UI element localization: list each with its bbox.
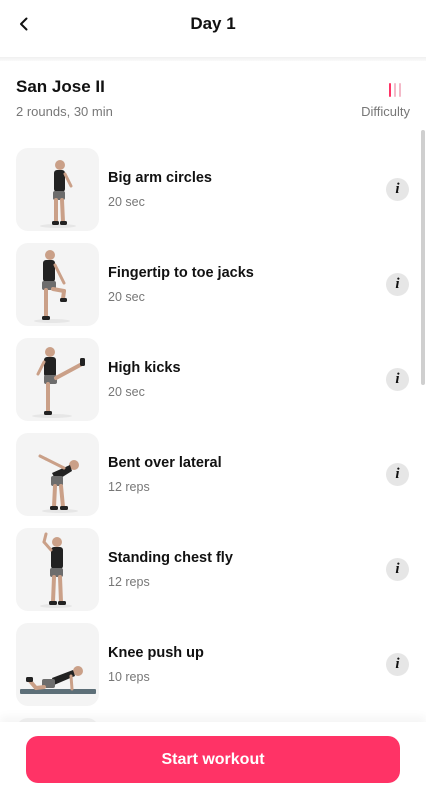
- exercise-row[interactable]: High kicks 20 sec i: [0, 330, 426, 425]
- exercise-name: High kicks: [108, 360, 181, 376]
- exercise-reps: 10 reps: [108, 670, 150, 684]
- exercise-reps: 12 reps: [108, 575, 150, 589]
- difficulty-bar: [389, 83, 391, 97]
- bent-over-lateral-image: [38, 454, 79, 513]
- toe-jacks-image: [34, 250, 70, 323]
- difficulty-bar: [394, 83, 396, 97]
- exercise-name: Standing chest fly: [108, 550, 233, 566]
- exercise-row[interactable]: Bent over lateral 12 reps i: [0, 425, 426, 520]
- exercise-name: Bent over lateral: [108, 455, 222, 471]
- exercise-row[interactable]: Fingertip to toe jacks 20 sec i: [0, 235, 426, 330]
- info-icon[interactable]: i: [386, 463, 409, 486]
- info-icon[interactable]: i: [386, 558, 409, 581]
- start-workout-button[interactable]: Start workout: [26, 736, 400, 783]
- exercise-name: Fingertip to toe jacks: [108, 265, 254, 281]
- top-bar: Day 1: [0, 0, 426, 50]
- knee-push-up-image: [20, 666, 96, 694]
- footer: Start workout: [0, 722, 426, 800]
- workout-summary: San Jose II 2 rounds, 30 min Difficulty: [0, 62, 426, 132]
- exercise-row[interactable]: Knee push up 10 reps i: [0, 615, 426, 710]
- exercise-image: [16, 148, 99, 231]
- exercise-image: [16, 528, 99, 611]
- difficulty-label: Difficulty: [361, 104, 410, 119]
- info-icon[interactable]: i: [386, 653, 409, 676]
- exercise-duration: 20 sec: [108, 385, 145, 399]
- exercise-row[interactable]: Standing chest fly 12 reps i: [0, 520, 426, 615]
- exercise-duration: 20 sec: [108, 195, 145, 209]
- exercise-name: Big arm circles: [108, 170, 212, 186]
- difficulty-bar: [399, 83, 401, 97]
- page-title: Day 1: [190, 14, 236, 33]
- workout-screen: Day 1 San Jose II 2 rounds, 30 min Diffi…: [0, 0, 426, 800]
- high-kicks-image: [32, 347, 85, 418]
- arm-circles-image: [40, 160, 76, 228]
- exercise-name: Knee push up: [108, 645, 204, 661]
- exercise-image: [16, 623, 99, 706]
- workout-meta: 2 rounds, 30 min: [16, 104, 113, 119]
- difficulty-indicator: [389, 83, 401, 97]
- exercise-duration: 20 sec: [108, 290, 145, 304]
- exercise-image: [16, 433, 99, 516]
- workout-name: San Jose II: [16, 77, 105, 96]
- exercise-reps: 12 reps: [108, 480, 150, 494]
- info-icon[interactable]: i: [386, 178, 409, 201]
- scrollbar[interactable]: [421, 130, 425, 385]
- info-icon[interactable]: i: [386, 273, 409, 296]
- info-icon[interactable]: i: [386, 368, 409, 391]
- exercise-row[interactable]: Big arm circles 20 sec i: [0, 140, 426, 235]
- header-divider: [0, 57, 426, 61]
- exercise-list[interactable]: Big arm circles 20 sec i Fingertip to to…: [0, 140, 426, 730]
- exercise-image: [16, 338, 99, 421]
- chest-fly-image: [40, 532, 72, 608]
- exercise-image: [16, 243, 99, 326]
